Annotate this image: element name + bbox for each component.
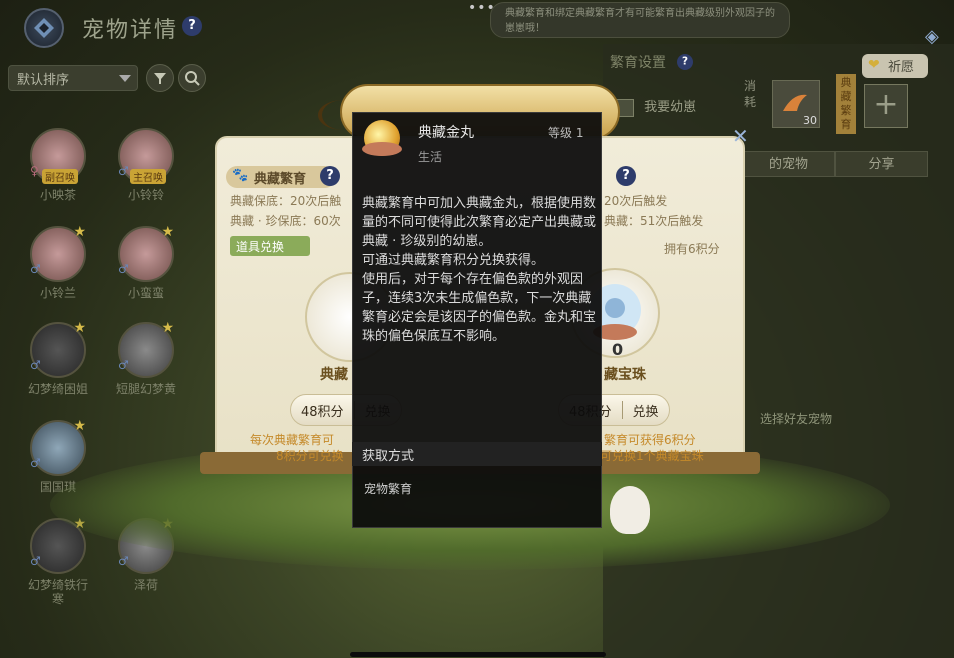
tooltip-title: 典藏金丸 (418, 125, 474, 141)
slot-count: 30 (803, 114, 817, 127)
item-count: 0 (612, 340, 624, 359)
want-baby-checkbox[interactable]: 我要幼崽 (616, 96, 696, 117)
exchange-label: 兑换 (632, 404, 659, 420)
guarantee-rule: 20次后触发 (604, 194, 668, 208)
avatar: ♂★ (30, 320, 86, 378)
sort-dropdown[interactable]: 默认排序 (8, 65, 138, 91)
desc-paragraph: 使用后，对于每个存在偏色款的外观因子，连续3次未生成偏色款，下一次典藏繁育必定会… (362, 272, 597, 344)
source-heading: 获取方式 (352, 442, 602, 466)
pet-name: 小蛮蛮 (127, 286, 164, 300)
exchange-note: 可兑换1个典藏宝珠 (600, 449, 704, 463)
pet-item[interactable]: ♂ ★ 小铃兰 (28, 224, 88, 300)
avatar: ♀ 副召唤 (30, 128, 86, 184)
filter-button[interactable] (146, 64, 174, 92)
pet-name: 小映茶 (39, 188, 76, 202)
avatar: ♂★ (30, 224, 86, 282)
pet-name: 小铃兰 (39, 286, 76, 300)
pet-item[interactable]: ♂★ 幻梦绮铁行寒 (28, 516, 89, 606)
section-title: 典藏繁育 (254, 172, 307, 187)
female-icon: ♀ (30, 164, 39, 178)
pet-item[interactable]: ♂ 主召唤 小铃铃 (116, 128, 176, 202)
filter-icon (154, 73, 166, 84)
avatar: ♂★ (118, 320, 174, 378)
desc-paragraph: 可通过典藏繁育积分兑换获得。 (362, 253, 545, 268)
source-text: 宠物繁育 (364, 482, 413, 496)
guarantee-rule: 典藏 · 珍保底：60次 (230, 214, 341, 228)
male-icon: ♂ (30, 554, 41, 568)
close-icon[interactable]: ✕ (732, 124, 758, 150)
male-icon: ♂ (30, 262, 41, 276)
pet-item[interactable]: ♂ ★ 短腿幻梦黄 (116, 320, 177, 396)
item-exchange-label: 道具兑换 (230, 236, 310, 256)
chevron-down-icon (119, 75, 131, 82)
status-badge: 主召唤 (130, 169, 166, 184)
tab-share[interactable]: 分享 (835, 151, 928, 177)
male-icon: ♂ (30, 456, 41, 470)
diamond-icon[interactable]: ◈ (925, 26, 939, 47)
page-title: 宠物详情 (82, 18, 179, 43)
item-name: 藏宝珠 (604, 367, 646, 383)
pet-name: 小铃铃 (127, 188, 164, 202)
consume-label: 消耗 (744, 79, 757, 109)
pet-item[interactable]: ♂ ★ 幻梦绮困姐 (28, 320, 89, 396)
tab-bar: 的宠物 分享 (742, 151, 928, 177)
sort-value: 默认排序 (17, 73, 70, 88)
notice-banner: 典藏繁育和绑定典藏繁育才有可能繁育出典藏级别外观因子的崽崽哦！ (490, 2, 790, 38)
paw-icon: 🐾 (232, 168, 249, 183)
slot-side-tag: 典藏繁育 (836, 74, 856, 134)
exchange-note: 繁育可获得6积分 (604, 433, 696, 447)
owned-points: 拥有6积分 (664, 242, 720, 256)
help-icon[interactable]: ? (182, 16, 202, 36)
help-icon[interactable]: ? (616, 166, 636, 186)
home-indicator[interactable] (350, 652, 606, 657)
star-icon: ★ (73, 320, 86, 336)
star-icon: ★ (161, 224, 174, 240)
tooltip-category: 生活 (418, 150, 443, 164)
pet-name: 幻梦绮困姐 (28, 382, 89, 396)
item-name: 典藏 (320, 367, 348, 383)
pet-item[interactable]: ♀ 副召唤 小映茶 (28, 128, 88, 202)
male-icon: ♂ (118, 358, 129, 372)
male-icon: ♂ (118, 554, 129, 568)
guarantee-rule: 典藏保底：20次后触 (230, 194, 342, 208)
select-friend-pet-text[interactable]: 选择好友宠物 (760, 410, 832, 427)
help-icon[interactable]: ? (320, 166, 340, 186)
male-icon: ♂ (118, 164, 129, 178)
male-icon: ♂ (118, 262, 129, 276)
pray-label: 祈愿 (888, 60, 915, 75)
tooltip-description: 典藏繁育中可加入典藏金丸，根据使用数量的不同可使得此次繁育必定产出典藏或典藏 ·… (362, 194, 596, 346)
exchange-note: 每次典藏繁育可 (250, 433, 335, 447)
panel-title: 繁育设置 (610, 55, 666, 71)
star-icon: ★ (73, 418, 86, 434)
tab-my-pets[interactable]: 的宠物 (742, 151, 835, 177)
star-icon: ★ (73, 224, 86, 240)
help-icon[interactable]: ? (677, 54, 693, 70)
avatar: ♂★ (30, 418, 86, 476)
consume-slot[interactable]: 30 (772, 80, 820, 128)
male-icon: ♂ (30, 358, 41, 372)
avatar: ♂ 主召唤 (118, 128, 174, 184)
guarantee-rule: 典藏：51次后触发 (604, 214, 704, 228)
pet-name: 短腿幻梦黄 (116, 382, 177, 396)
pet-name: 泽荷 (133, 578, 158, 592)
search-button[interactable] (178, 64, 206, 92)
add-item-button[interactable]: + (864, 84, 908, 128)
pet-item[interactable]: ♂ ★ 小蛮蛮 (116, 224, 176, 300)
app-logo-icon[interactable] (24, 8, 64, 48)
avatar: ♂★ (118, 224, 174, 282)
bunny-decoration (610, 486, 650, 534)
search-icon (185, 71, 200, 86)
desc-paragraph: 典藏繁育中可加入典藏金丸，根据使用数量的不同可使得此次繁育必定产出典藏或典藏 ·… (362, 196, 597, 249)
status-badge: 副召唤 (42, 169, 78, 184)
points-cost: 48积分 (301, 404, 344, 420)
star-icon: ★ (161, 320, 174, 336)
pray-button[interactable]: ❤ 祈愿 (862, 54, 928, 78)
want-label: 我要幼崽 (644, 100, 697, 115)
gold-pill-icon (362, 120, 402, 156)
pet-name: 幻梦绮铁行寒 (28, 578, 89, 606)
heart-icon: ❤ (868, 57, 880, 73)
exchange-note: 8积分可兑换 (276, 449, 344, 463)
tooltip-level: 等级 1 (548, 126, 584, 140)
